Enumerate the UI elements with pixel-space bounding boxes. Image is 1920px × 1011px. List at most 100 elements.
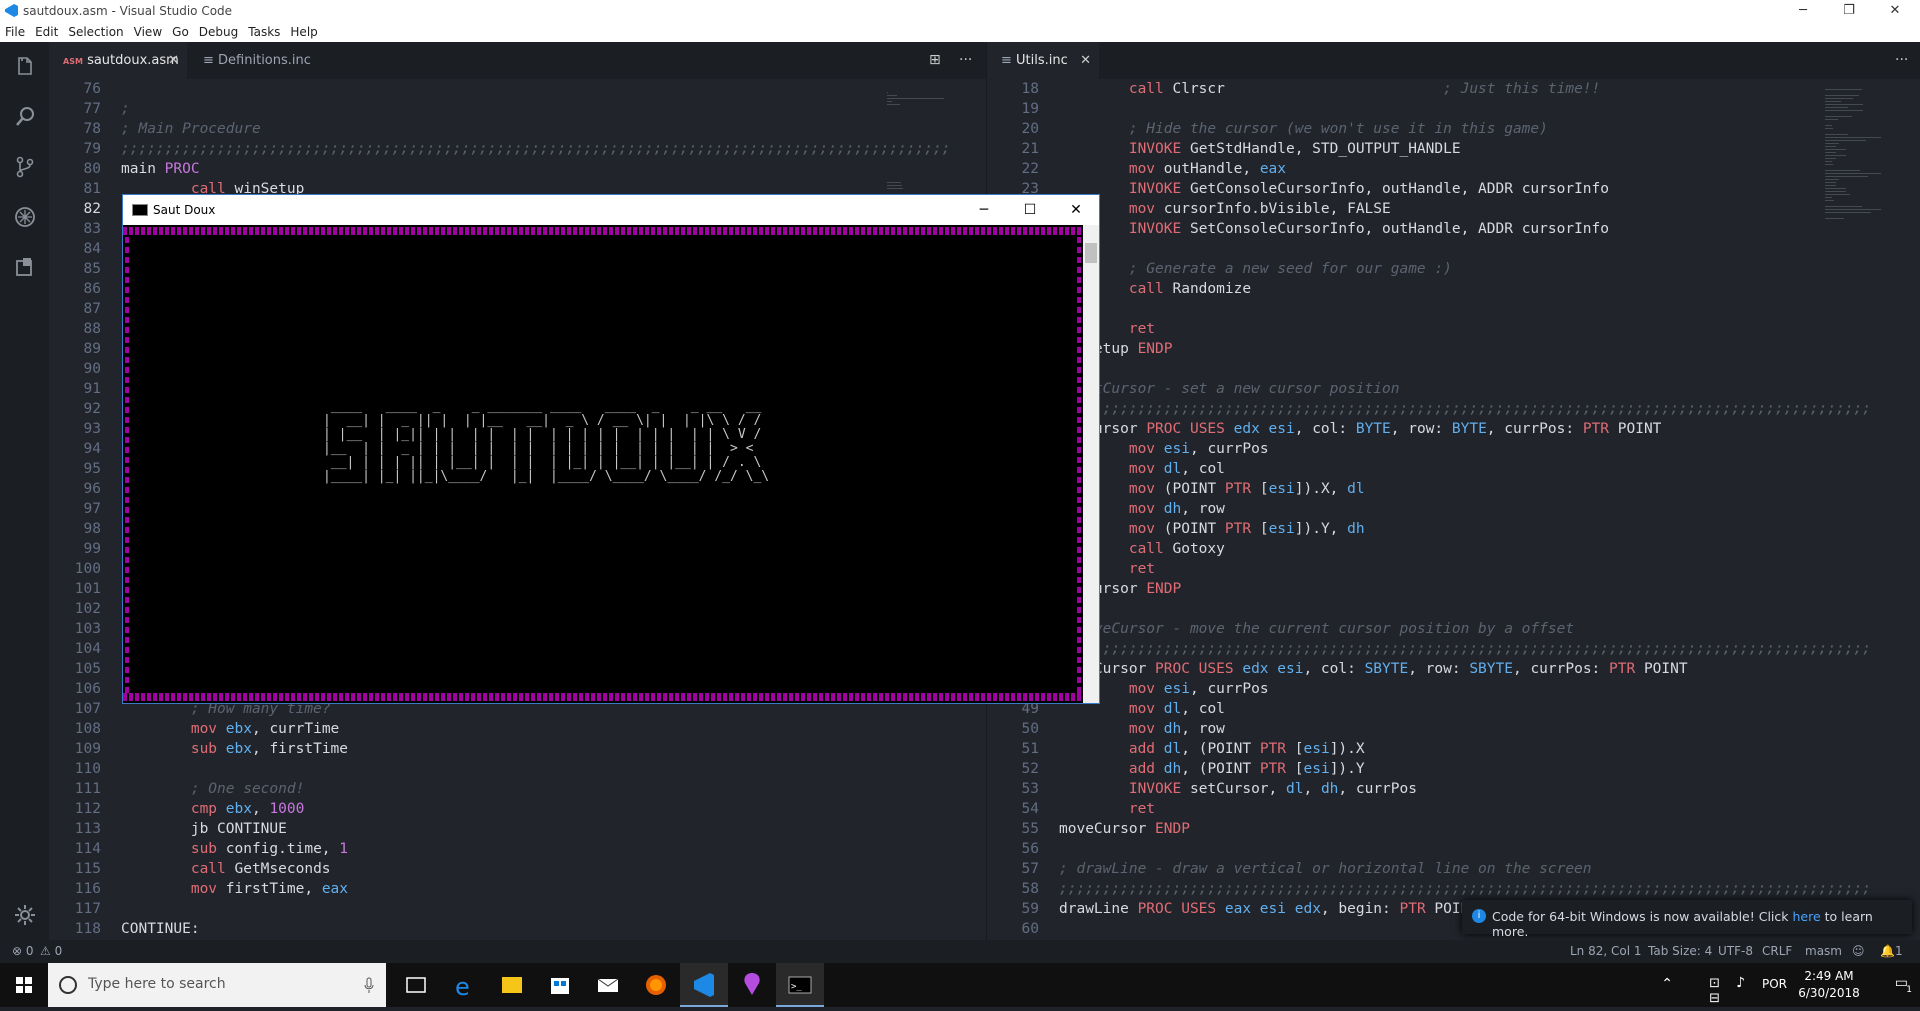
menu-view[interactable]: View — [129, 22, 167, 39]
code-line[interactable]: 28 call Randomize — [987, 279, 1920, 299]
line-number[interactable]: 22 — [989, 159, 1039, 179]
line-number[interactable]: 105 — [51, 659, 101, 679]
line-number[interactable]: 84 — [51, 239, 101, 259]
tab-utils-inc[interactable]: ≡ Utils.inc ✕ — [987, 42, 1099, 79]
line-number[interactable]: 88 — [51, 319, 101, 339]
code-line[interactable]: 77; — [49, 99, 986, 119]
clock-time[interactable]: 2:49 AM — [1796, 969, 1862, 983]
file-explorer-icon[interactable] — [488, 963, 536, 1007]
code-line[interactable]: 109 sub ebx, firstTime — [49, 739, 986, 759]
code-line[interactable]: 24 mov cursorInfo.bVisible, FALSE — [987, 199, 1920, 219]
firefox-icon[interactable] — [632, 963, 680, 1007]
menu-file[interactable]: File — [0, 22, 30, 39]
code-line[interactable]: 31winSetup ENDP — [987, 339, 1920, 359]
mail-icon[interactable] — [584, 963, 632, 1007]
line-number[interactable]: 92 — [51, 399, 101, 419]
minimap-right[interactable] — [1823, 79, 1913, 940]
vscode-icon[interactable] — [680, 963, 728, 1007]
line-number[interactable]: 21 — [989, 139, 1039, 159]
encoding[interactable]: UTF-8 — [1718, 944, 1753, 958]
code-line[interactable]: 79;;;;;;;;;;;;;;;;;;;;;;;;;;;;;;;;;;;;;;… — [49, 139, 986, 159]
language-mode[interactable]: masm — [1805, 944, 1842, 958]
console-icon[interactable]: >_ — [776, 963, 824, 1007]
line-number[interactable]: 107 — [51, 699, 101, 719]
code-line[interactable]: 53 INVOKE setCursor, dl, dh, currPos — [987, 779, 1920, 799]
warnings-count[interactable]: ⚠ 0 — [40, 944, 62, 958]
code-line[interactable]: 36 mov esi, currPos — [987, 439, 1920, 459]
line-number[interactable]: 101 — [51, 579, 101, 599]
line-number[interactable]: 95 — [51, 459, 101, 479]
console-title-bar[interactable]: Saut Doux ─ ☐ ✕ — [123, 195, 1099, 225]
code-line[interactable]: 50 mov dh, row — [987, 719, 1920, 739]
tray-chevron-icon[interactable]: ⌃ — [1661, 976, 1673, 992]
code-line[interactable]: 46;;;;;;;;;;;;;;;;;;;;;;;;;;;;;;;;;;;;;;… — [987, 639, 1920, 659]
line-number[interactable]: 80 — [51, 159, 101, 179]
line-number[interactable]: 91 — [51, 379, 101, 399]
taskbar-search[interactable]: Type here to search — [48, 963, 386, 1007]
line-number[interactable]: 99 — [51, 539, 101, 559]
code-line[interactable]: 29 — [987, 299, 1920, 319]
code-line[interactable]: 23 INVOKE GetConsoleCursorInfo, outHandl… — [987, 179, 1920, 199]
line-number[interactable]: 20 — [989, 119, 1039, 139]
code-line[interactable]: 110 — [49, 759, 986, 779]
line-number[interactable]: 113 — [51, 819, 101, 839]
console-close-button[interactable]: ✕ — [1053, 195, 1099, 225]
code-line[interactable]: 20 ; Hide the cursor (we won't use it in… — [987, 119, 1920, 139]
code-line[interactable]: 25 INVOKE SetConsoleCursorInfo, outHandl… — [987, 219, 1920, 239]
extensions-icon[interactable] — [0, 242, 49, 292]
menu-help[interactable]: Help — [285, 22, 322, 39]
menu-selection[interactable]: Selection — [63, 22, 128, 39]
code-line[interactable]: 54 ret — [987, 799, 1920, 819]
line-number[interactable]: 76 — [51, 79, 101, 99]
toast-link[interactable]: here — [1793, 909, 1821, 924]
code-line[interactable]: 115 call GetMseconds — [49, 859, 986, 879]
line-number[interactable]: 56 — [989, 839, 1039, 859]
line-number[interactable]: 109 — [51, 739, 101, 759]
debug-icon[interactable] — [0, 192, 49, 242]
code-line[interactable]: 117 — [49, 899, 986, 919]
input-language[interactable]: POR — [1762, 977, 1787, 991]
console-scrollbar[interactable] — [1083, 225, 1099, 703]
line-number[interactable]: 100 — [51, 559, 101, 579]
line-number[interactable]: 60 — [989, 919, 1039, 939]
microphone-icon[interactable] — [364, 977, 374, 993]
line-number[interactable]: 50 — [989, 719, 1039, 739]
line-number[interactable]: 93 — [51, 419, 101, 439]
line-number[interactable]: 104 — [51, 639, 101, 659]
source-control-icon[interactable] — [0, 142, 49, 192]
store-icon[interactable] — [536, 963, 584, 1007]
line-number[interactable]: 51 — [989, 739, 1039, 759]
tab-close-icon[interactable]: ✕ — [1080, 42, 1091, 79]
line-number[interactable]: 89 — [51, 339, 101, 359]
code-line[interactable]: 34;;;;;;;;;;;;;;;;;;;;;;;;;;;;;;;;;;;;;;… — [987, 399, 1920, 419]
menu-debug[interactable]: Debug — [194, 22, 243, 39]
line-number[interactable]: 59 — [989, 899, 1039, 919]
code-line[interactable]: 76 — [49, 79, 986, 99]
tab-sautdoux-asm[interactable]: ASM sautdoux.asm ✕ — [49, 42, 187, 79]
line-number[interactable]: 116 — [51, 879, 101, 899]
line-number[interactable]: 118 — [51, 919, 101, 939]
line-number[interactable]: 103 — [51, 619, 101, 639]
line-number[interactable]: 112 — [51, 799, 101, 819]
line-number[interactable]: 97 — [51, 499, 101, 519]
more-actions-icon[interactable]: ··· — [1895, 42, 1908, 79]
code-line[interactable]: 35setCursor PROC USES edx esi, col: BYTE… — [987, 419, 1920, 439]
code-line[interactable]: 55 moveCursor ENDP — [987, 819, 1920, 839]
code-line[interactable]: 27 ; Generate a new seed for our game :) — [987, 259, 1920, 279]
code-line[interactable]: 38 mov (POINT PTR [esi]).X, dl — [987, 479, 1920, 499]
code-line[interactable]: 18 call Clrscr ; Just this time!! — [987, 79, 1920, 99]
close-button[interactable]: ✕ — [1872, 0, 1918, 22]
clock-date[interactable]: 6/30/2018 — [1796, 986, 1862, 1000]
maps-icon[interactable] — [728, 963, 776, 1007]
code-line[interactable]: 43setCursor ENDP — [987, 579, 1920, 599]
code-line[interactable]: 47moveCursor PROC USES edx esi, col: SBY… — [987, 659, 1920, 679]
console-maximize-button[interactable]: ☐ — [1007, 195, 1053, 225]
line-number[interactable]: 55 — [989, 819, 1039, 839]
code-line[interactable]: 26 — [987, 239, 1920, 259]
line-number[interactable]: 79 — [51, 139, 101, 159]
edge-icon[interactable]: e — [440, 963, 488, 1007]
code-line[interactable]: 37 mov dl, col — [987, 459, 1920, 479]
line-number[interactable]: 110 — [51, 759, 101, 779]
line-number[interactable]: 82 — [51, 199, 101, 219]
minimize-button[interactable]: ─ — [1780, 0, 1826, 22]
